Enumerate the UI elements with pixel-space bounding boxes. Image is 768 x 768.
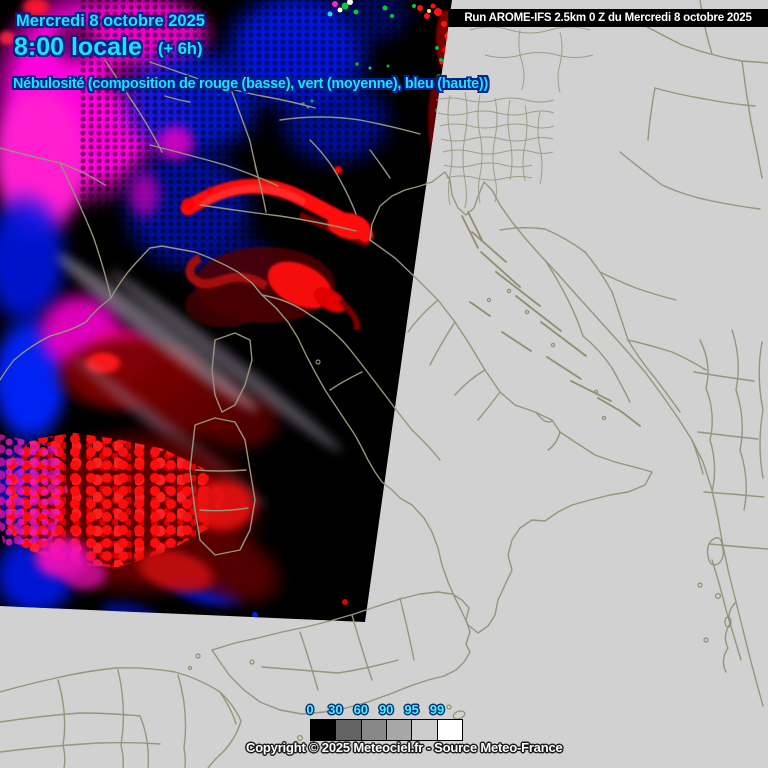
- layer-subtitle: Nébulosité (composition de rouge (basse)…: [13, 76, 488, 92]
- cloud-blob: [52, 552, 117, 597]
- legend-tick-label: 30: [328, 702, 342, 717]
- cloud-blob: [0, 398, 305, 628]
- cloud-blob: [325, 0, 425, 55]
- cloud-blob: [148, 118, 203, 168]
- cloud-blob: [0, 290, 85, 470]
- cloud-blob: [28, 322, 233, 427]
- legend-color-cell: [411, 720, 436, 740]
- cloud-cumulus-field: [0, 420, 238, 580]
- cloud-blob: [22, 528, 102, 588]
- cloud-blob: [0, 165, 85, 355]
- cloud-blob: [0, 515, 95, 635]
- legend-color-bar: [310, 719, 463, 741]
- time-label: 8:00 locale: [14, 33, 142, 62]
- cloud-blob: [113, 529, 239, 613]
- cloud-streak: [69, 351, 272, 514]
- legend-tick-label: 99: [430, 702, 444, 717]
- date-label: Mercredi 8 octobre 2025: [16, 12, 205, 31]
- cloud-blob: [192, 0, 402, 135]
- cloud-blob: [255, 55, 415, 185]
- cloud-blob: [136, 490, 321, 642]
- cloud-blob: [178, 215, 298, 335]
- cloud-blob: [134, 544, 268, 628]
- cloud-streak: [104, 263, 348, 459]
- legend-tick-label: 95: [404, 702, 418, 717]
- cloud-blob: [0, 425, 60, 555]
- run-info-banner: Run AROME-IFS 2.5km 0 Z du Mercredi 8 oc…: [448, 9, 768, 27]
- cloud-blob: [182, 378, 297, 463]
- cloud-detail-layer: [0, 0, 768, 768]
- cloud-blob: [75, 100, 298, 316]
- cloud-streak: [50, 246, 264, 420]
- copyright-notice: Copyright © 2025 Meteociel.fr - Source M…: [246, 740, 563, 755]
- legend-tick-label: 90: [379, 702, 393, 717]
- weather-map-screenshot: Mercredi 8 octobre 2025 8:00 locale (+ 6…: [0, 0, 768, 768]
- cloud-blob: [118, 358, 268, 453]
- cloud-blob: [72, 312, 172, 397]
- legend-color-cell: [311, 720, 335, 740]
- cloud-blob: [78, 348, 128, 378]
- legend-color-cell: [437, 720, 462, 740]
- legend-ticks: 03060909599: [310, 702, 463, 718]
- cloud-blob: [122, 162, 167, 227]
- legend-tick-label: 0: [306, 702, 313, 717]
- legend-color-cell: [361, 720, 386, 740]
- time-offset-label: (+ 6h): [158, 40, 202, 59]
- legend-tick-label: 60: [354, 702, 368, 717]
- cloud-magenta-specks: [0, 428, 72, 553]
- model-domain-cloud-composite: [0, 0, 768, 768]
- run-info-text: Run AROME-IFS 2.5km 0 Z du Mercredi 8 oc…: [464, 12, 751, 24]
- legend-color-cell: [335, 720, 360, 740]
- cloud-blob: [18, 275, 143, 390]
- legend-color-cell: [386, 720, 411, 740]
- cloud-cover-legend: 03060909599: [310, 702, 470, 742]
- cloud-blob: [85, 588, 175, 641]
- cloud-blob: [172, 468, 272, 543]
- map-borders-layer: [0, 0, 768, 768]
